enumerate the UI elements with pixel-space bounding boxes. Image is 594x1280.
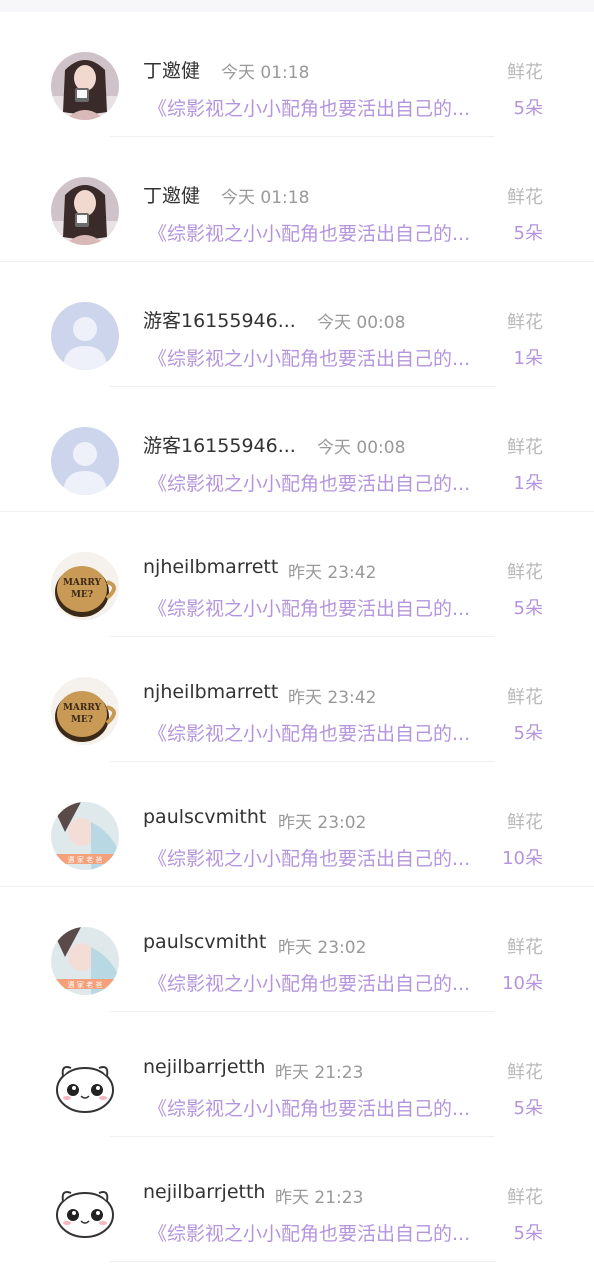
list-item[interactable]: MARRY ME? njheilbmarrett 昨天 23:42 鲜花 《综影… bbox=[0, 512, 594, 637]
list-item[interactable]: 遇 家 老 爸 paulscvmitht 昨天 23:02 鲜花 《综影视之小小… bbox=[0, 762, 594, 887]
timestamp: 昨天 23:42 bbox=[288, 563, 377, 583]
gift-type: 鲜花 bbox=[507, 1187, 543, 1208]
user-name[interactable]: paulscvmitht bbox=[143, 806, 266, 828]
book-title-link[interactable]: 《综影视之小小配角也要活出自己的... bbox=[148, 969, 494, 996]
svg-text:MARRY: MARRY bbox=[63, 703, 102, 713]
avatar[interactable] bbox=[51, 52, 119, 120]
book-title-link[interactable]: 《综影视之小小配角也要活出自己的... bbox=[148, 469, 494, 496]
gift-type: 鲜花 bbox=[507, 937, 543, 958]
avatar[interactable]: 遇 家 老 爸 bbox=[51, 802, 119, 870]
user-name[interactable]: 游客16155946... bbox=[143, 431, 296, 458]
gift-record-list: 丁邀健 今天 01:18 鲜花 《综影视之小小配角也要活出自己的... 5朵 丁… bbox=[0, 12, 594, 1262]
book-title-link[interactable]: 《综影视之小小配角也要活出自己的... bbox=[148, 719, 494, 746]
svg-text:ME?: ME? bbox=[71, 590, 93, 600]
gift-type: 鲜花 bbox=[507, 562, 543, 583]
gift-count: 5朵 bbox=[513, 1223, 543, 1244]
book-title-link[interactable]: 《综影视之小小配角也要活出自己的... bbox=[148, 1094, 494, 1121]
user-name[interactable]: 丁邀健 bbox=[143, 56, 200, 83]
svg-text:ME?: ME? bbox=[71, 715, 93, 725]
timestamp: 昨天 23:02 bbox=[278, 813, 367, 833]
gift-type: 鲜花 bbox=[507, 437, 543, 458]
timestamp: 今天 00:08 bbox=[317, 438, 406, 458]
avatar[interactable] bbox=[51, 177, 119, 245]
avatar[interactable] bbox=[51, 427, 119, 495]
user-name[interactable]: njheilbmarrett bbox=[143, 681, 278, 703]
user-name[interactable]: nejilbarrjetth bbox=[143, 1181, 265, 1203]
timestamp: 昨天 23:02 bbox=[278, 938, 367, 958]
gift-type: 鲜花 bbox=[507, 1062, 543, 1083]
gift-count: 10朵 bbox=[502, 973, 543, 994]
avatar[interactable]: 遇 家 老 爸 bbox=[51, 927, 119, 995]
gift-count: 5朵 bbox=[513, 598, 543, 619]
gift-count: 10朵 bbox=[502, 848, 543, 869]
timestamp: 今天 01:18 bbox=[221, 63, 310, 83]
timestamp: 昨天 21:23 bbox=[275, 1063, 364, 1083]
gift-count: 1朵 bbox=[513, 473, 543, 494]
list-item[interactable]: nejilbarrjetth 昨天 21:23 鲜花 《综影视之小小配角也要活出… bbox=[0, 1012, 594, 1137]
book-title-link[interactable]: 《综影视之小小配角也要活出自己的... bbox=[148, 94, 494, 121]
timestamp: 昨天 23:42 bbox=[288, 688, 377, 708]
svg-text:遇 家 老 爸: 遇 家 老 爸 bbox=[68, 855, 103, 864]
user-name[interactable]: 丁邀健 bbox=[143, 181, 200, 208]
user-name[interactable]: paulscvmitht bbox=[143, 931, 266, 953]
gift-count: 5朵 bbox=[513, 223, 543, 244]
book-title-link[interactable]: 《综影视之小小配角也要活出自己的... bbox=[148, 1219, 494, 1246]
gift-type: 鲜花 bbox=[507, 812, 543, 833]
gift-type: 鲜花 bbox=[507, 62, 543, 83]
user-name[interactable]: 游客16155946... bbox=[143, 306, 296, 333]
svg-text:遇 家 老 爸: 遇 家 老 爸 bbox=[68, 980, 103, 989]
timestamp: 昨天 21:23 bbox=[275, 1188, 364, 1208]
list-item[interactable]: 丁邀健 今天 01:18 鲜花 《综影视之小小配角也要活出自己的... 5朵 bbox=[0, 137, 594, 262]
book-title-link[interactable]: 《综影视之小小配角也要活出自己的... bbox=[148, 594, 494, 621]
avatar[interactable]: MARRY ME? bbox=[51, 677, 119, 745]
book-title-link[interactable]: 《综影视之小小配角也要活出自己的... bbox=[148, 219, 494, 246]
avatar[interactable] bbox=[51, 1052, 119, 1120]
gift-count: 5朵 bbox=[513, 98, 543, 119]
avatar[interactable]: MARRY ME? bbox=[51, 552, 119, 620]
gift-type: 鲜花 bbox=[507, 312, 543, 333]
user-name[interactable]: njheilbmarrett bbox=[143, 556, 278, 578]
gift-count: 5朵 bbox=[513, 723, 543, 744]
gift-count: 1朵 bbox=[513, 348, 543, 369]
list-item[interactable]: 丁邀健 今天 01:18 鲜花 《综影视之小小配角也要活出自己的... 5朵 bbox=[0, 12, 594, 137]
book-title-link[interactable]: 《综影视之小小配角也要活出自己的... bbox=[148, 344, 494, 371]
list-item[interactable]: 遇 家 老 爸 paulscvmitht 昨天 23:02 鲜花 《综影视之小小… bbox=[0, 887, 594, 1012]
gift-count: 5朵 bbox=[513, 1098, 543, 1119]
list-item[interactable]: MARRY ME? njheilbmarrett 昨天 23:42 鲜花 《综影… bbox=[0, 637, 594, 762]
list-item[interactable]: 游客16155946... 今天 00:08 鲜花 《综影视之小小配角也要活出自… bbox=[0, 387, 594, 512]
book-title-link[interactable]: 《综影视之小小配角也要活出自己的... bbox=[148, 844, 494, 871]
gift-type: 鲜花 bbox=[507, 687, 543, 708]
gift-type: 鲜花 bbox=[507, 187, 543, 208]
timestamp: 今天 00:08 bbox=[317, 313, 406, 333]
svg-text:MARRY: MARRY bbox=[63, 578, 102, 588]
user-name[interactable]: nejilbarrjetth bbox=[143, 1056, 265, 1078]
list-item[interactable]: 游客16155946... 今天 00:08 鲜花 《综影视之小小配角也要活出自… bbox=[0, 262, 594, 387]
avatar[interactable] bbox=[51, 1177, 119, 1245]
list-item[interactable]: nejilbarrjetth 昨天 21:23 鲜花 《综影视之小小配角也要活出… bbox=[0, 1137, 594, 1262]
timestamp: 今天 01:18 bbox=[221, 188, 310, 208]
top-bar bbox=[0, 0, 594, 12]
avatar[interactable] bbox=[51, 302, 119, 370]
